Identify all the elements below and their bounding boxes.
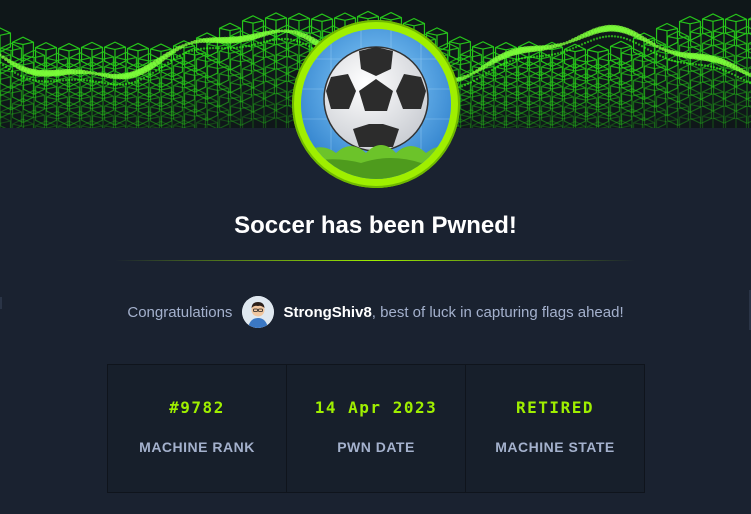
stat-label: PWN DATE — [337, 439, 415, 455]
machine-avatar — [292, 20, 460, 188]
stat-value: RETIRED — [516, 398, 594, 417]
stat-label: MACHINE STATE — [495, 439, 615, 455]
congrats-line: Congratulations StrongShiv8 , best of lu… — [0, 296, 751, 328]
edge-marker — [0, 297, 2, 309]
soccer-ball-icon — [301, 29, 451, 179]
congrats-suffix: , best of luck in capturing flags ahead! — [371, 303, 624, 321]
stat-value: #9782 — [169, 398, 225, 417]
stat-label: MACHINE RANK — [139, 439, 255, 455]
page-title: Soccer has been Pwned! — [234, 212, 517, 239]
stat-machine-state: RETIRED MACHINE STATE — [466, 365, 644, 492]
stats-panel: #9782 MACHINE RANK 14 Apr 2023 PWN DATE … — [107, 364, 645, 493]
stat-value: 14 Apr 2023 — [314, 398, 438, 417]
stat-pwn-date: 14 Apr 2023 PWN DATE — [287, 365, 466, 492]
user-avatar-icon[interactable] — [242, 296, 275, 328]
title-divider — [115, 260, 635, 261]
stat-machine-rank: #9782 MACHINE RANK — [108, 365, 287, 492]
username-link[interactable]: StrongShiv8 — [283, 304, 371, 321]
congrats-prefix: Congratulations — [127, 303, 233, 321]
